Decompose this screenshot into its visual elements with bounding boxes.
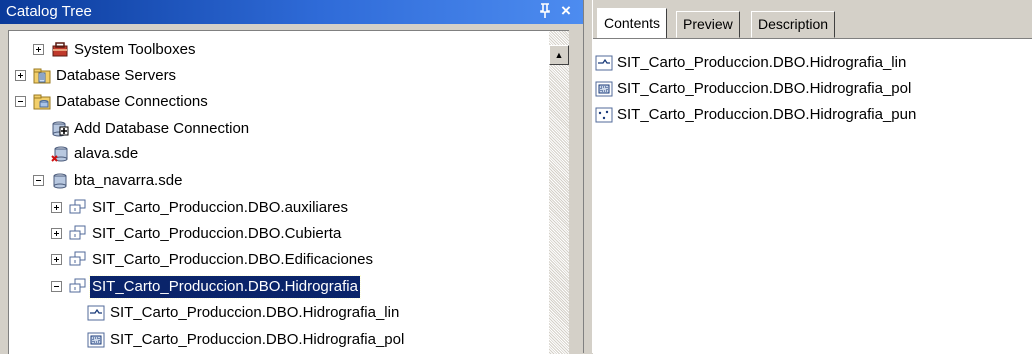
list-item-label: SIT_Carto_Produccion.DBO.Hidrografia_lin <box>617 54 907 71</box>
tree-item[interactable]: Database Connections <box>9 91 549 113</box>
contents-list[interactable]: SIT_Carto_Produccion.DBO.Hidrografia_lin… <box>593 38 1032 354</box>
tree-item[interactable]: System Toolboxes <box>9 39 549 61</box>
line-feature-class-icon <box>595 54 613 72</box>
tree-item[interactable]: SIT_Carto_Produccion.DBO.Hidrografia <box>9 275 549 299</box>
polygon-feature-class-icon <box>595 80 613 98</box>
expand-plus-icon[interactable] <box>51 202 62 213</box>
point-feature-class-icon <box>595 106 613 124</box>
close-icon[interactable]: × <box>557 1 575 21</box>
tree-item[interactable]: SIT_Carto_Produccion.DBO.auxiliares <box>9 197 549 219</box>
scroll-up-button[interactable]: ▲ <box>549 45 569 65</box>
tree-item[interactable]: SIT_Carto_Produccion.DBO.Hidrografia_pol <box>9 329 549 351</box>
database-server-icon <box>33 67 51 85</box>
tree-item[interactable]: SIT_Carto_Produccion.DBO.Hidrografia_lin <box>9 302 549 324</box>
tree-item[interactable]: SIT_Carto_Produccion.DBO.Edificaciones <box>9 249 549 271</box>
tree-item-label: SIT_Carto_Produccion.DBO.Cubierta <box>92 225 342 242</box>
tree-item-label-selected: SIT_Carto_Produccion.DBO.Hidrografia <box>89 275 361 299</box>
tree-item-label: SIT_Carto_Produccion.DBO.auxiliares <box>92 199 348 216</box>
vertical-scrollbar[interactable]: ▲ <box>549 31 569 354</box>
tree-item-label: Database Connections <box>56 93 208 110</box>
toolbox-icon <box>51 41 69 59</box>
pin-icon[interactable] <box>538 2 552 20</box>
tree-item-label: SIT_Carto_Produccion.DBO.Hidrografia_lin <box>110 304 400 321</box>
catalog-tree-view[interactable]: System Toolboxes Database Servers Database… <box>8 30 569 354</box>
feature-dataset-icon <box>69 251 87 269</box>
add-connection-icon <box>51 120 69 138</box>
database-connection-icon <box>51 172 69 190</box>
list-item-label: SIT_Carto_Produccion.DBO.Hidrografia_pol <box>617 80 912 97</box>
feature-dataset-icon <box>69 225 87 243</box>
tab-description[interactable]: Description <box>751 11 836 38</box>
polygon-feature-class-icon <box>87 331 105 349</box>
tree-item[interactable]: SIT_Carto_Produccion.DBO.Cubierta <box>9 223 549 245</box>
catalog-content-panel: Contents Preview Description SIT_Carto_Pro… <box>593 0 1032 354</box>
expand-plus-icon[interactable] <box>33 44 44 55</box>
tree-item-label: Add Database Connection <box>74 120 250 137</box>
tree-item-label: bta_navarra.sde <box>74 172 183 189</box>
feature-dataset-icon <box>69 199 87 217</box>
tree-item[interactable]: alava.sde <box>9 143 549 165</box>
tree-item[interactable]: Add Database Connection <box>9 118 549 140</box>
catalog-tree-panel: Catalog Tree × System Toolboxes Database … <box>0 0 583 354</box>
tree-item-label: System Toolboxes <box>74 41 196 58</box>
feature-dataset-icon <box>69 278 87 296</box>
panel-splitter[interactable] <box>583 0 593 353</box>
line-feature-class-icon <box>87 304 105 322</box>
content-tabs: Contents Preview Description <box>593 8 1032 38</box>
tree-item-label: SIT_Carto_Produccion.DBO.Edificaciones <box>92 251 373 268</box>
collapse-minus-icon[interactable] <box>33 175 44 186</box>
collapse-minus-icon[interactable] <box>15 96 26 107</box>
folder-database-icon <box>33 93 51 111</box>
expand-plus-icon[interactable] <box>51 228 62 239</box>
list-item-label: SIT_Carto_Produccion.DBO.Hidrografia_pun <box>617 106 917 123</box>
tree-item-label: SIT_Carto_Produccion.DBO.Hidrografia_pol <box>110 331 405 348</box>
tree-item[interactable]: Database Servers <box>9 65 549 87</box>
tab-contents[interactable]: Contents <box>597 8 668 38</box>
catalog-tree-title-bar[interactable]: Catalog Tree × <box>0 0 583 24</box>
collapse-minus-icon[interactable] <box>51 281 62 292</box>
broken-connection-icon <box>51 145 69 163</box>
catalog-tree-title: Catalog Tree <box>6 3 92 20</box>
tab-preview[interactable]: Preview <box>676 11 740 38</box>
tree-item-label: Database Servers <box>56 67 177 84</box>
expand-plus-icon[interactable] <box>15 70 26 81</box>
tree-item[interactable]: bta_navarra.sde <box>9 170 549 192</box>
tree-item-label: alava.sde <box>74 145 139 162</box>
expand-plus-icon[interactable] <box>51 254 62 265</box>
